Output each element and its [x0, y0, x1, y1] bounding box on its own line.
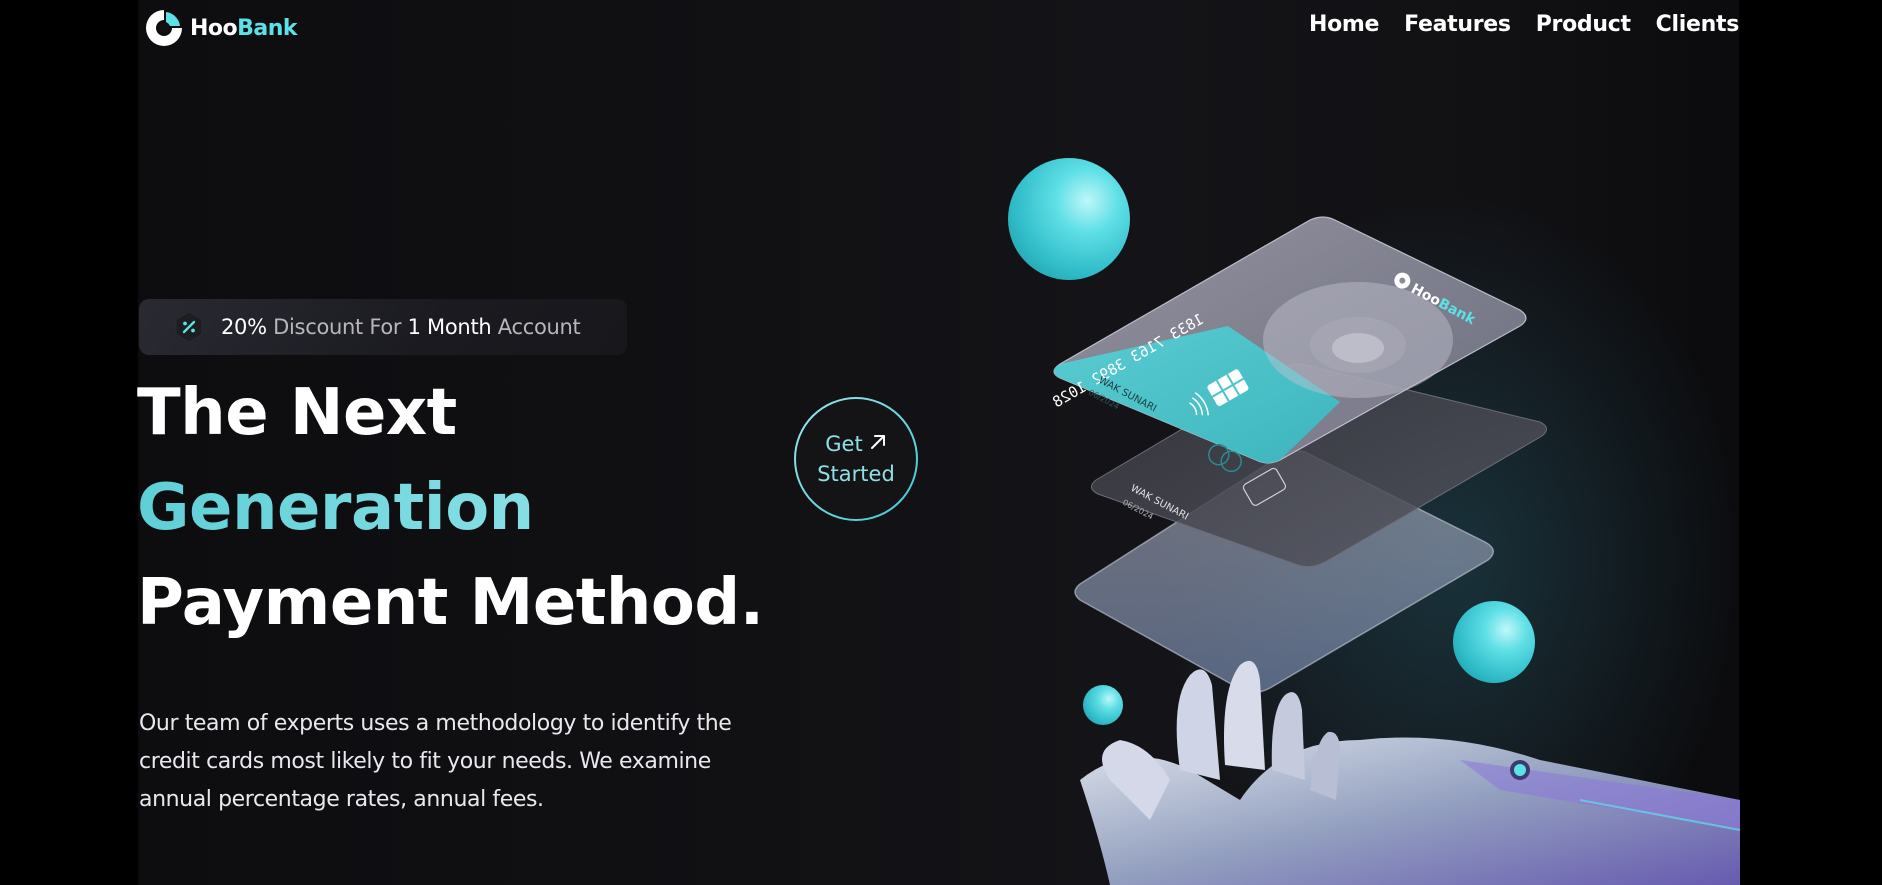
discount-percent: 20% [221, 315, 267, 339]
hoobank-logo-icon [144, 8, 184, 48]
headline-line-2: Generation [137, 461, 764, 556]
hero-illustration: WAK SUNARI 06/2024 1833 7163 3892 1028 H… [980, 140, 1760, 885]
landing-page: HooBank Home Features Product Clients 20… [0, 0, 1882, 885]
navbar: HooBank Home Features Product Clients [138, 0, 1739, 56]
nav-link-clients[interactable]: Clients [1656, 12, 1740, 37]
get-started-button[interactable]: Get Started [794, 397, 918, 521]
discount-icon [173, 311, 205, 343]
right-margin [1739, 0, 1882, 885]
headline-line-3: Payment Method. [137, 566, 764, 640]
discount-account: Account [491, 315, 581, 339]
discount-duration: 1 Month [407, 315, 492, 339]
get-started-row: Get [825, 429, 886, 459]
nav-link-features[interactable]: Features [1404, 12, 1511, 37]
hero-headline: The Next Generation Payment Method. [137, 366, 764, 651]
logo-text-hoo: Hoo [190, 15, 238, 41]
discount-label: Discount For [266, 315, 408, 339]
discount-text: 20% Discount For 1 Month Account [221, 315, 581, 339]
get-started-inner: Get Started [796, 399, 916, 519]
get-started-label-1: Get [825, 432, 863, 456]
get-started-label-2: Started [817, 462, 895, 486]
discount-badge: 20% Discount For 1 Month Account [139, 299, 627, 355]
logo-text: HooBank [190, 15, 298, 41]
cards-illustration: WAK SUNARI 06/2024 1833 7163 3892 1028 H… [1049, 216, 1741, 885]
arrow-up-right-icon [869, 429, 887, 459]
robot-hand-image [1080, 660, 1741, 885]
nav-link-home[interactable]: Home [1309, 12, 1379, 37]
headline-line-1: The Next [137, 376, 457, 450]
left-margin [0, 0, 138, 885]
hero-description: Our team of experts uses a methodology t… [139, 711, 732, 812]
nav-link-product[interactable]: Product [1536, 12, 1631, 37]
logo-text-bank: Bank [237, 15, 298, 41]
nav-links: Home Features Product Clients [1309, 12, 1739, 37]
logo[interactable]: HooBank [144, 6, 298, 50]
